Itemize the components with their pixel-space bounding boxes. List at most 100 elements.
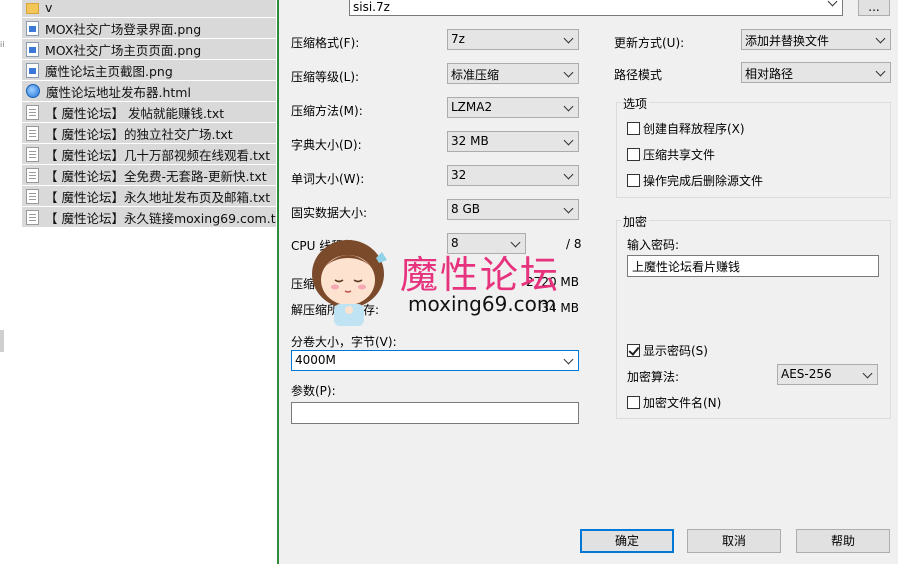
- txt-file-icon: [26, 167, 39, 183]
- params-label: 参数(P):: [291, 384, 336, 398]
- word-value: 32: [451, 168, 467, 182]
- encryption-title: 加密: [621, 213, 650, 230]
- watermark-title: 魔性论坛: [400, 253, 561, 297]
- shared-checkbox[interactable]: 压缩共享文件: [627, 146, 715, 163]
- folder-icon: [26, 2, 39, 14]
- archive-path-value: sisi.7z: [353, 0, 390, 14]
- password-label: 输入密码:: [627, 238, 680, 252]
- file-name: 【 魔性论坛】永久链接moxing69.com.txt: [45, 210, 276, 226]
- method-label: 压缩方法(M):: [291, 104, 363, 118]
- file-name: 【 魔性论坛】的独立社交广场.txt: [45, 126, 233, 142]
- level-value: 标准压缩: [451, 68, 500, 82]
- method-select[interactable]: LZMA2: [447, 97, 579, 118]
- file-list-item[interactable]: MOX社交广场登录界面.png: [22, 18, 276, 39]
- word-select[interactable]: 32: [447, 165, 579, 186]
- chevron-down-icon: [563, 33, 574, 44]
- help-button[interactable]: 帮助: [796, 529, 890, 553]
- cancel-button[interactable]: 取消: [687, 529, 781, 553]
- chevron-down-icon: [563, 135, 574, 146]
- file-name: 魔性论坛主页截图.png: [45, 63, 173, 79]
- chevron-down-icon: [563, 67, 574, 78]
- sfx-checkbox[interactable]: 创建自释放程序(X): [627, 120, 745, 137]
- update-select[interactable]: 添加并替换文件: [741, 29, 891, 50]
- txt-file-icon: [26, 209, 39, 225]
- checkbox-box[interactable]: [627, 174, 640, 187]
- file-list-item[interactable]: 【 魔性论坛】几十万部视频在线观看.txt: [22, 144, 276, 165]
- format-select[interactable]: 7z: [447, 29, 579, 50]
- side-mark: ii: [0, 40, 5, 49]
- checkbox-box[interactable]: [627, 148, 640, 161]
- file-name: 【 魔性论坛】全免费-无套路-更新快.txt: [45, 168, 267, 184]
- dict-label: 字典大小(D):: [291, 138, 362, 152]
- file-list: v MOX社交广场登录界面.png MOX社交广场主页页面.png 魔性论坛主页截图.…: [22, 0, 276, 228]
- password-input[interactable]: 上魔性论坛看片赚钱: [627, 255, 879, 277]
- ok-button[interactable]: 确定: [580, 529, 674, 553]
- options-title: 选项: [621, 95, 650, 112]
- mascot-girl-logo: [312, 240, 387, 326]
- sfx-label: 创建自释放程序(X): [643, 122, 745, 136]
- update-label: 更新方式(U):: [614, 36, 685, 50]
- browse-button[interactable]: ...: [858, 0, 890, 16]
- volume-value: 4000M: [295, 353, 336, 367]
- checkbox-box[interactable]: [627, 122, 640, 135]
- chevron-down-icon: [862, 368, 873, 379]
- show-password-label: 显示密码(S): [643, 344, 708, 358]
- file-name: MOX社交广场主页页面.png: [45, 42, 202, 58]
- enc-method-value: AES-256: [781, 367, 832, 381]
- file-name: MOX社交广场登录界面.png: [45, 21, 202, 37]
- html-file-icon: [26, 84, 40, 98]
- file-list-item[interactable]: 【 魔性论坛】永久地址发布页及邮箱.txt: [22, 186, 276, 207]
- file-name: v: [45, 0, 53, 15]
- volume-label: 分卷大小，字节(V):: [291, 335, 397, 349]
- method-value: LZMA2: [451, 100, 493, 114]
- file-list-item[interactable]: 【 魔性论坛】 发帖就能赚钱.txt: [22, 102, 276, 123]
- txt-file-icon: [26, 125, 39, 141]
- show-password-checkbox[interactable]: 显示密码(S): [627, 342, 708, 359]
- file-list-item[interactable]: 【 魔性论坛】永久链接moxing69.com.txt: [22, 207, 276, 228]
- file-list-pane: v MOX社交广场登录界面.png MOX社交广场主页页面.png 魔性论坛主页截图.…: [0, 0, 278, 564]
- chevron-down-icon: [563, 101, 574, 112]
- checkbox-box[interactable]: [627, 344, 640, 357]
- file-list-item[interactable]: v: [22, 0, 276, 18]
- checkbox-box[interactable]: [627, 396, 640, 409]
- update-value: 添加并替换文件: [745, 34, 830, 48]
- file-list-item[interactable]: 魔性论坛地址发布器.html: [22, 81, 276, 102]
- watermark-url: moxing69.com: [408, 292, 557, 316]
- shared-label: 压缩共享文件: [643, 148, 716, 162]
- txt-file-icon: [26, 104, 39, 120]
- chevron-down-icon: [827, 0, 838, 7]
- volume-combo[interactable]: 4000M: [291, 350, 579, 371]
- png-file-icon: [26, 20, 39, 36]
- file-list-item[interactable]: 魔性论坛主页截图.png: [22, 60, 276, 81]
- cpu-total: / 8: [566, 237, 582, 251]
- chevron-down-icon: [563, 169, 574, 180]
- chevron-down-icon: [563, 203, 574, 214]
- file-list-item[interactable]: 【 魔性论坛】全免费-无套路-更新快.txt: [22, 165, 276, 186]
- path-mode-select[interactable]: 相对路径: [741, 62, 891, 83]
- format-label: 压缩格式(F):: [291, 36, 360, 50]
- dict-select[interactable]: 32 MB: [447, 131, 579, 152]
- chevron-down-icon: [875, 33, 886, 44]
- file-name: 【 魔性论坛】几十万部视频在线观看.txt: [45, 147, 271, 163]
- level-label: 压缩等级(L):: [291, 70, 360, 84]
- format-value: 7z: [451, 32, 465, 46]
- solid-value: 8 GB: [451, 202, 480, 216]
- encrypt-names-checkbox[interactable]: 加密文件名(N): [627, 394, 721, 411]
- word-label: 单词大小(W):: [291, 172, 365, 186]
- archive-path-combo[interactable]: sisi.7z: [349, 0, 843, 16]
- params-input[interactable]: [291, 402, 579, 424]
- scroll-marker[interactable]: [0, 330, 4, 352]
- solid-label: 固实数据大小:: [291, 206, 368, 220]
- delete-checkbox[interactable]: 操作完成后删除源文件: [627, 172, 763, 189]
- txt-file-icon: [26, 188, 39, 204]
- solid-select[interactable]: 8 GB: [447, 199, 579, 220]
- file-name: 【 魔性论坛】永久地址发布页及邮箱.txt: [45, 189, 271, 205]
- path-mode-value: 相对路径: [745, 67, 794, 81]
- enc-method-select[interactable]: AES-256: [777, 364, 878, 385]
- level-select[interactable]: 标准压缩: [447, 63, 579, 84]
- txt-file-icon: [26, 146, 39, 162]
- delete-label: 操作完成后删除源文件: [643, 174, 764, 188]
- file-list-item[interactable]: 【 魔性论坛】的独立社交广场.txt: [22, 123, 276, 144]
- file-list-item[interactable]: MOX社交广场主页页面.png: [22, 39, 276, 60]
- png-file-icon: [26, 62, 39, 78]
